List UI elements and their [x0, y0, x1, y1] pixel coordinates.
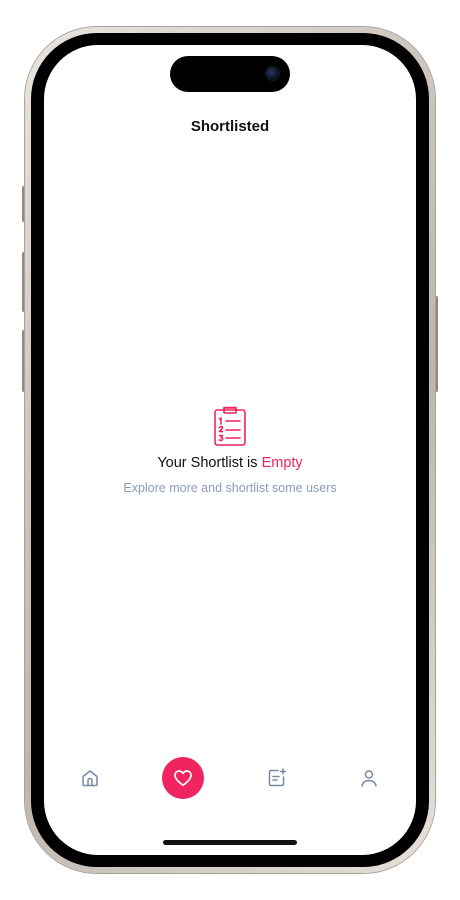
empty-heading: Your Shortlist is Empty — [44, 455, 416, 471]
empty-heading-prefix: Your Shortlist is — [157, 455, 262, 471]
tab-home[interactable] — [67, 755, 113, 801]
tab-posts[interactable] — [254, 755, 300, 801]
page-title: Shortlisted — [190, 118, 270, 135]
home-icon — [82, 770, 98, 787]
empty-heading-highlight: Empty — [261, 455, 303, 471]
clipboard-list-icon — [214, 406, 246, 446]
heart-icon — [174, 770, 192, 787]
dynamic-island — [170, 56, 290, 92]
tab-profile[interactable] — [346, 755, 392, 801]
empty-subtitle: Explore more and shortlist some users — [123, 481, 337, 495]
empty-state: Your Shortlist is Empty Explore more and… — [44, 405, 416, 495]
device-mockup: Shortlisted Your Shortlist is Empty Expl… — [0, 0, 460, 900]
home-indicator — [163, 840, 297, 845]
app-screen: Shortlisted Your Shortlist is Empty Expl… — [44, 45, 416, 855]
tab-favorites[interactable] — [160, 755, 206, 801]
user-icon — [361, 770, 377, 787]
favorites-active-indicator — [162, 757, 204, 799]
bottom-tab-bar — [44, 755, 416, 801]
camera-icon — [266, 67, 279, 80]
notes-add-icon — [268, 768, 287, 787]
